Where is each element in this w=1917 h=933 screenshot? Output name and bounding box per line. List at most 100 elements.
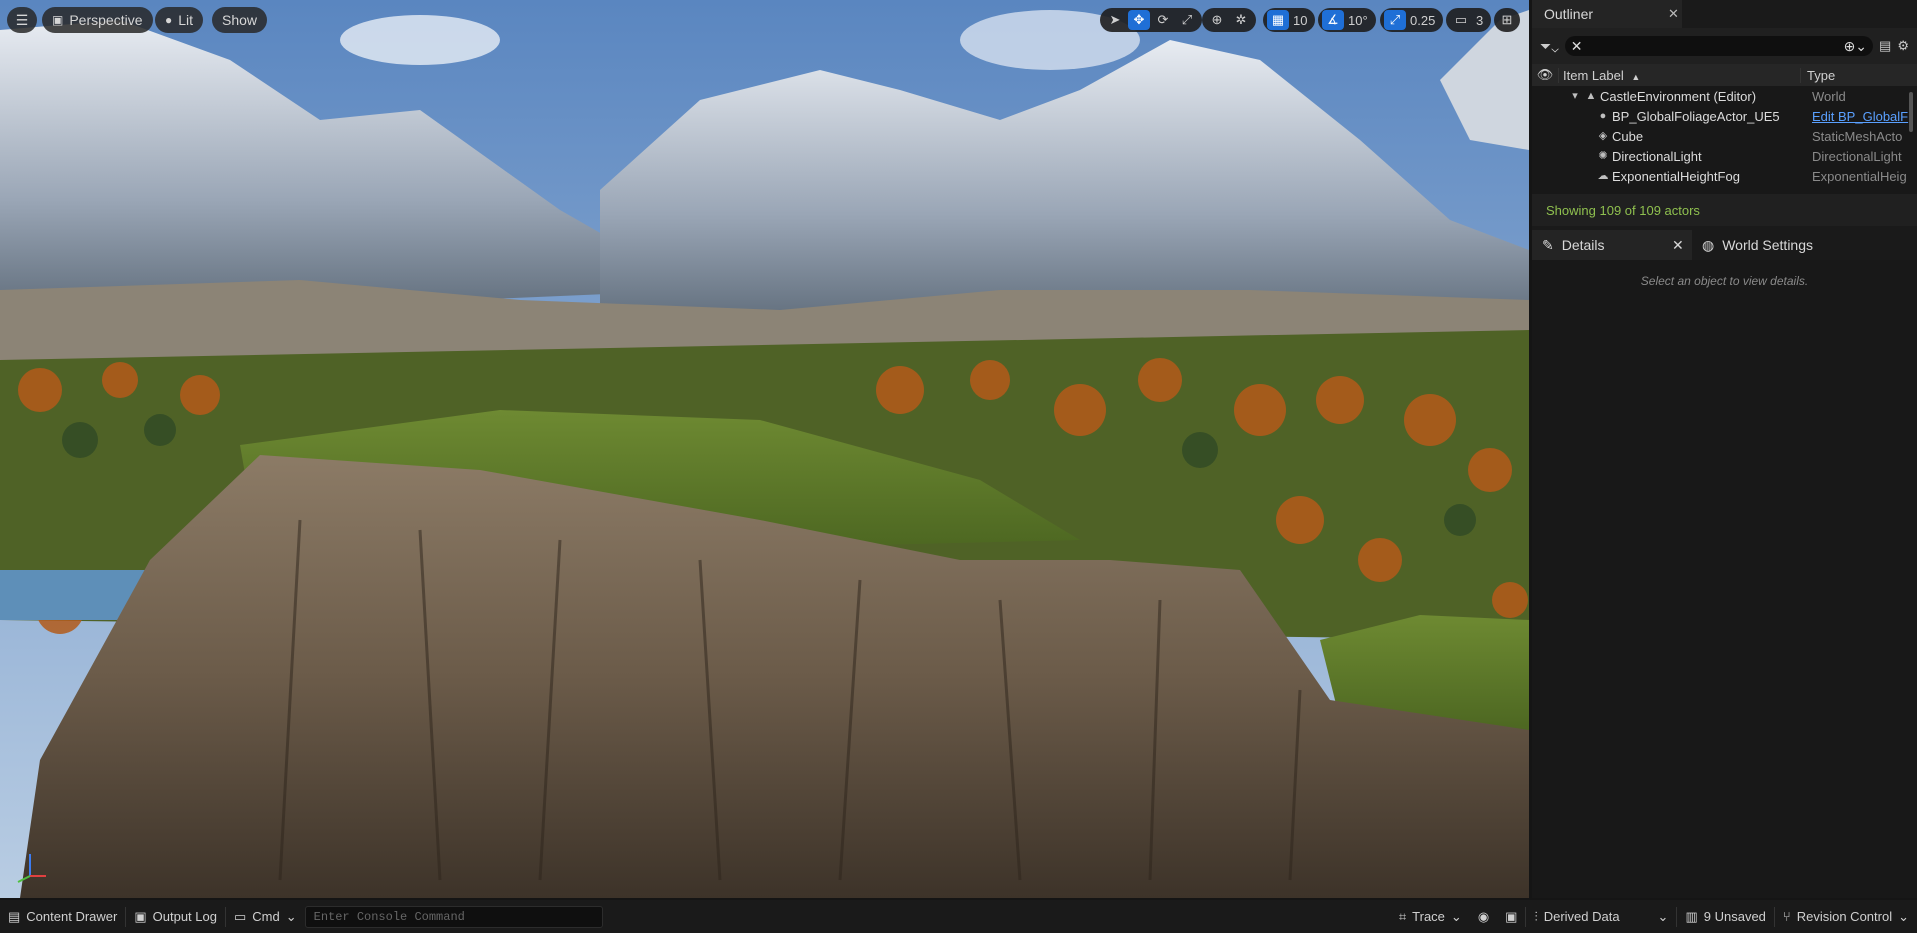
list-item[interactable]: ☁ ExponentialHeightFog ExponentialHeig bbox=[1532, 166, 1917, 186]
record-button[interactable]: ◉ bbox=[1470, 900, 1497, 933]
grid-snap[interactable]: ▦ 10 bbox=[1263, 8, 1316, 32]
derived-data-dropdown[interactable]: ⫶ Derived Data ⌄ bbox=[1526, 900, 1676, 933]
content-drawer-button[interactable]: ▤ Content Drawer bbox=[0, 900, 125, 933]
visibility-eye-icon[interactable]: 👁 bbox=[1532, 67, 1558, 83]
col-type-text: Type bbox=[1807, 67, 1836, 83]
add-filter-icon[interactable]: ⊕⌄ bbox=[1844, 38, 1867, 55]
level-viewport[interactable]: ☰ ▣ Perspective ● Lit Show ➤ ✥ ⟳ ⤢ ⊕ ✲ ▦… bbox=[0, 0, 1529, 898]
add-folder-icon[interactable]: ▤ bbox=[1879, 38, 1891, 54]
trace-dropdown[interactable]: ⌗ Trace ⌄ bbox=[1391, 900, 1470, 933]
screenshot-icon: ▣ bbox=[1505, 908, 1518, 924]
lit-label: Lit bbox=[178, 12, 194, 28]
row-type: ExponentialHeig bbox=[1812, 168, 1907, 184]
coord-space: ⊕ ✲ bbox=[1202, 8, 1256, 32]
trace-icon: ⌗ bbox=[1398, 908, 1407, 924]
list-item[interactable]: ✺ DirectionalLight DirectionalLight bbox=[1532, 146, 1917, 166]
revision-control-icon: ⑂ bbox=[1782, 909, 1791, 924]
scale-snap[interactable]: ⤢ 0.25 bbox=[1380, 8, 1444, 32]
camera-speed-value[interactable]: 3 bbox=[1474, 13, 1487, 28]
chevron-down-icon: ⌄ bbox=[1657, 908, 1669, 924]
clear-search-icon[interactable]: ✕ bbox=[1571, 38, 1583, 55]
list-item[interactable]: ▾ ▲ CastleEnvironment (Editor) World bbox=[1532, 86, 1917, 106]
save-icon: ▥ bbox=[1685, 908, 1698, 924]
output-log-button[interactable]: ▣ Output Log bbox=[126, 900, 225, 933]
output-log-icon: ▣ bbox=[134, 908, 147, 924]
expand-arrow-icon[interactable]: ▾ bbox=[1568, 89, 1582, 103]
col-type[interactable]: Type bbox=[1800, 67, 1836, 83]
hamburger-icon: ☰ bbox=[15, 11, 29, 28]
outliner-scrollbar[interactable] bbox=[1909, 92, 1913, 132]
camera-icon[interactable]: ▭ bbox=[1450, 10, 1472, 30]
record-icon: ◉ bbox=[1477, 908, 1490, 924]
outliner-title: Outliner bbox=[1544, 6, 1594, 22]
row-label: ExponentialHeightFog bbox=[1612, 168, 1740, 184]
chevron-down-icon: ⌄ bbox=[1898, 908, 1909, 924]
revision-control-button[interactable]: ⑂ Revision Control ⌄ bbox=[1775, 900, 1917, 933]
console-command-input[interactable]: Enter Console Command bbox=[304, 905, 603, 928]
perspective-button[interactable]: ▣ Perspective bbox=[42, 7, 153, 33]
row-type: World bbox=[1812, 88, 1846, 104]
settings-gear-icon[interactable]: ⚙ bbox=[1897, 38, 1909, 54]
list-item[interactable]: ● BP_GlobalFoliageActor_UE5 Edit BP_Glob… bbox=[1532, 106, 1917, 126]
tab-outliner[interactable]: Outliner ✕ bbox=[1532, 0, 1682, 28]
globe-icon: ◍ bbox=[1702, 236, 1715, 253]
details-title: Details bbox=[1561, 237, 1605, 253]
filter-icon[interactable]: ⏷⌄ bbox=[1540, 38, 1559, 55]
actor-count-status: Showing 109 of 109 actors bbox=[1532, 194, 1917, 226]
show-button[interactable]: Show bbox=[212, 7, 268, 33]
outliner-list: ▾ ▲ CastleEnvironment (Editor) World ● B… bbox=[1532, 86, 1917, 186]
scale-snap-icon[interactable]: ⤢ bbox=[1384, 10, 1406, 30]
unsaved-label: 9 Unsaved bbox=[1703, 909, 1766, 924]
blueprint-icon: ● bbox=[1599, 110, 1607, 122]
scene-render bbox=[0, 0, 1529, 898]
grid-snap-value[interactable]: 10 bbox=[1291, 13, 1311, 28]
viewport-menu-button[interactable]: ☰ bbox=[7, 7, 37, 33]
row-label: BP_GlobalFoliageActor_UE5 bbox=[1612, 108, 1780, 124]
status-bar: ▤ Content Drawer ▣ Output Log ▭ Cmd ⌄ En… bbox=[0, 900, 1917, 933]
details-tabs: ✎ Details ✕ ◍ World Settings bbox=[1532, 230, 1917, 260]
layout-button[interactable]: ⊞ bbox=[1494, 8, 1520, 32]
lit-button[interactable]: ● Lit bbox=[155, 7, 204, 33]
sun-icon: ✺ bbox=[1598, 150, 1608, 162]
outliner-column-header: 👁 Item Label ▲ Type bbox=[1532, 64, 1917, 86]
list-item[interactable]: ◈ Cube StaticMeshActo bbox=[1532, 126, 1917, 146]
edit-blueprint-link[interactable]: Edit BP_GlobalF bbox=[1812, 109, 1910, 124]
rotation-snap-value[interactable]: 10° bbox=[1346, 13, 1372, 28]
unsaved-button[interactable]: ▥ 9 Unsaved bbox=[1677, 900, 1773, 933]
trace-label: Trace bbox=[1412, 909, 1445, 924]
tab-details[interactable]: ✎ Details ✕ bbox=[1532, 230, 1692, 260]
close-icon[interactable]: ✕ bbox=[1672, 237, 1684, 254]
revision-control-label: Revision Control bbox=[1796, 909, 1893, 924]
cmd-dropdown[interactable]: ▭ Cmd ⌄ bbox=[226, 900, 305, 933]
select-tool-icon[interactable]: ➤ bbox=[1104, 10, 1126, 30]
cube-icon: ▣ bbox=[52, 13, 64, 27]
cmd-label: Cmd bbox=[252, 909, 280, 924]
scale-snap-value[interactable]: 0.25 bbox=[1408, 13, 1439, 28]
rotate-tool-icon[interactable]: ⟳ bbox=[1152, 10, 1174, 30]
axis-gizmo-icon bbox=[17, 854, 46, 883]
translate-tool-icon[interactable]: ✥ bbox=[1128, 10, 1150, 30]
camera-speed[interactable]: ▭ 3 bbox=[1446, 8, 1492, 32]
world-space-icon[interactable]: ⊕ bbox=[1206, 10, 1228, 30]
search-input[interactable]: ✕ ⊕⌄ bbox=[1564, 36, 1874, 56]
fog-icon: ☁ bbox=[1597, 170, 1609, 182]
chevron-down-icon: ⌄ bbox=[1450, 908, 1462, 924]
grid-snap-icon[interactable]: ▦ bbox=[1267, 10, 1289, 30]
chevron-down-icon: ⌄ bbox=[285, 908, 297, 924]
transform-tools: ➤ ✥ ⟳ ⤢ bbox=[1100, 8, 1202, 32]
rotation-snap[interactable]: ∡ 10° bbox=[1318, 8, 1376, 32]
close-icon[interactable]: ✕ bbox=[1668, 6, 1679, 22]
derived-data-label: Derived Data bbox=[1543, 909, 1620, 924]
col-item-label[interactable]: Item Label ▲ bbox=[1558, 67, 1800, 83]
surface-snap-icon[interactable]: ✲ bbox=[1230, 10, 1252, 30]
scale-tool-icon[interactable]: ⤢ bbox=[1176, 10, 1198, 30]
content-drawer-label: Content Drawer bbox=[26, 909, 118, 924]
layout-icon[interactable]: ⊞ bbox=[1496, 10, 1518, 30]
screenshot-button[interactable]: ▣ bbox=[1497, 900, 1525, 933]
tab-world-settings[interactable]: ◍ World Settings bbox=[1692, 230, 1842, 260]
cube-icon: ◈ bbox=[1598, 130, 1608, 142]
content-drawer-icon: ▤ bbox=[8, 908, 21, 924]
output-log-label: Output Log bbox=[152, 909, 217, 924]
rotation-snap-icon[interactable]: ∡ bbox=[1322, 10, 1344, 30]
col-item-label-text: Item Label bbox=[1563, 67, 1624, 83]
